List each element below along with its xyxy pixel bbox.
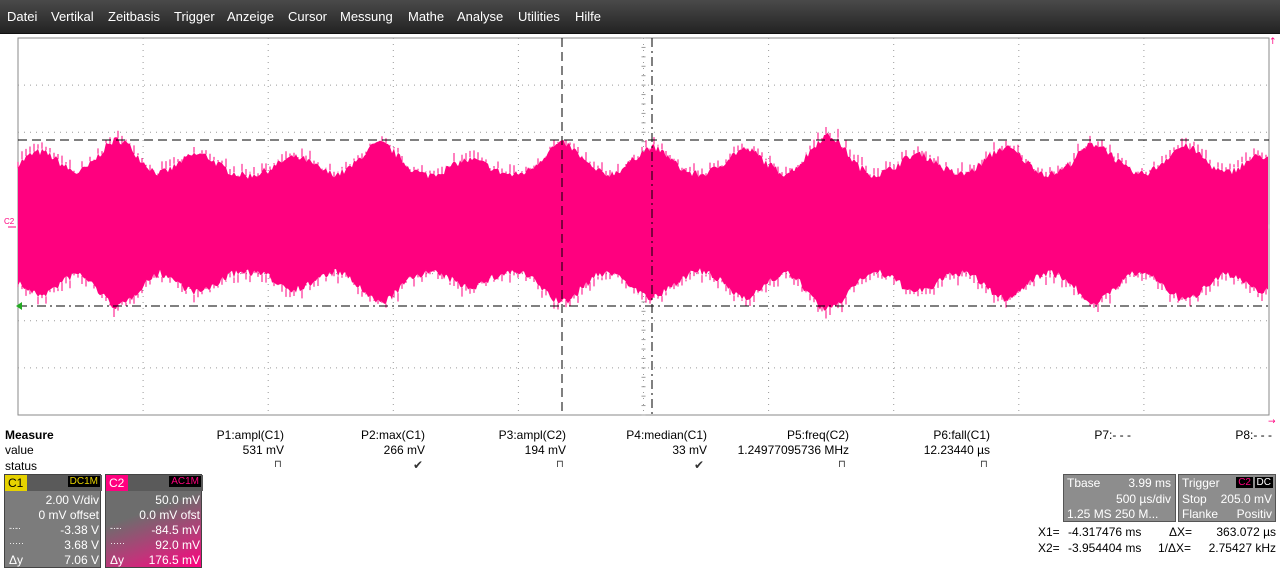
param-p2-value: 266 mV: [383, 443, 425, 457]
param-p5-name[interactable]: P5:freq(C2): [787, 428, 849, 442]
menu-item-trigger[interactable]: Trigger: [174, 9, 215, 24]
tbase-value: 3.99 ms: [1128, 476, 1171, 490]
trigger-mode: Stop: [1182, 492, 1207, 506]
c2-descriptor-box[interactable]: C2 AC1M 50.0 mV 0.0 mV ofst -·-· -84.5 mV…: [105, 474, 203, 568]
tbase-rate: 1.25 MS 250 M...: [1067, 507, 1159, 521]
menu-item-cursor[interactable]: Cursor: [288, 9, 327, 24]
param-p6-value: 12.23440 µs: [923, 443, 990, 457]
menu-item-mathe[interactable]: Mathe: [408, 9, 444, 24]
c2-trace: [18, 132, 1268, 311]
menu-item-analyse[interactable]: Analyse: [457, 9, 503, 24]
param-p6-status-icon: ⊓: [980, 459, 988, 470]
trigger-slope: Positiv: [1236, 507, 1272, 521]
param-p3-status-icon: ⊓: [556, 459, 564, 470]
param-p2-name[interactable]: P2:max(C1): [361, 428, 425, 442]
c1-coupling-badge: DC1M: [67, 476, 100, 487]
scroll-right-arrow[interactable]: →: [1268, 417, 1276, 424]
measure-row-value: value: [5, 443, 34, 457]
c2-vdiv: 50.0 mV: [155, 493, 200, 507]
trigger-type: Flanke: [1182, 507, 1219, 521]
cursor-x2-value: -3.954404 ms: [1068, 541, 1142, 555]
menu-item-anzeige[interactable]: Anzeige: [227, 9, 274, 24]
c1-vdiv: 2.00 V/div: [45, 493, 99, 507]
c2-cursor2-value: 92.0 mV: [155, 538, 200, 552]
c1-cursor2-value: 3.68 V: [64, 538, 99, 552]
menu-item-datei[interactable]: Datei: [7, 9, 37, 24]
param-p1-status-icon: ⊓: [274, 459, 282, 470]
param-p7-name[interactable]: P7:- - -: [1094, 428, 1131, 442]
c2-cursor2-icon: ·····: [110, 538, 125, 548]
tbase-div: 500 µs/div: [1116, 492, 1171, 506]
trigger-level: 205.0 mV: [1220, 492, 1272, 506]
c1-dy-value: 7.06 V: [64, 553, 99, 567]
trigger-label: Trigger: [1182, 476, 1220, 490]
trigger-channel-badge: C2: [1236, 477, 1253, 488]
param-p2-status-icon: ✔: [413, 458, 424, 472]
param-p5-status-icon: ⊓: [838, 459, 846, 470]
menu-bar: Datei Vertikal Zeitbasis Trigger Anzeige Curs…: [0, 0, 1280, 34]
c1-descriptor-box[interactable]: C1 DC1M 2.00 V/div 0 mV offset -·-· -3.38…: [4, 474, 102, 568]
param-p8-name[interactable]: P8:- - -: [1235, 428, 1272, 442]
c2-cursor1-icon: -·-·: [110, 523, 122, 533]
c2-dy-label: Δy: [110, 553, 125, 567]
waveform-display: C2 ↑ →: [4, 37, 1277, 424]
menu-item-utilities[interactable]: Utilities: [518, 9, 560, 24]
timebase-box[interactable]: Tbase 3.99 ms 500 µs/div 1.25 MS 250 M..…: [1063, 474, 1176, 522]
c2-marker-label: C2: [4, 217, 15, 226]
menu-item-hilfe[interactable]: Hilfe: [575, 9, 601, 24]
cursor-dx-label: ΔX=: [1169, 525, 1193, 539]
c2-offset: 0.0 mV ofst: [139, 508, 200, 522]
c1-offset: 0 mV offset: [38, 508, 99, 522]
cursor-inv-dx-value: 2.75427 kHz: [1208, 541, 1276, 555]
c2-dy-value: 176.5 mV: [148, 553, 200, 567]
c2-coupling-badge: AC1M: [169, 476, 201, 487]
c2-cursor1-value: -84.5 mV: [151, 523, 200, 537]
param-p6-name[interactable]: P6:fall(C1): [933, 428, 990, 442]
tbase-label: Tbase: [1067, 476, 1101, 490]
measure-panel: Measure value status P1:ampl(C1) 531 mV …: [0, 424, 1280, 474]
trigger-coupling-badge: DC: [1254, 477, 1273, 488]
c1-cursor2-icon: ·····: [9, 538, 24, 548]
cursor-x1-label: X1=: [1038, 525, 1060, 539]
trigger-box[interactable]: Trigger C2 DC Stop 205.0 mV Flanke Posit…: [1178, 474, 1276, 522]
param-p3-value: 194 mV: [524, 443, 566, 457]
c1-cursor1-icon: -·-·: [9, 523, 21, 533]
menu-item-zeitbasis[interactable]: Zeitbasis: [108, 9, 160, 24]
menu-item-messung[interactable]: Messung: [340, 9, 393, 24]
param-p1-name[interactable]: P1:ampl(C1): [217, 428, 284, 442]
c1-dy-label: Δy: [9, 553, 24, 567]
param-p1-value: 531 mV: [242, 443, 284, 457]
cursor-x2-label: X2=: [1038, 541, 1060, 555]
param-p5-value: 1.24977095736 MHz: [737, 443, 849, 457]
menu-item-vertikal[interactable]: Vertikal: [51, 9, 94, 24]
c1-label: C1: [8, 476, 24, 490]
scroll-up-arrow[interactable]: ↑: [1269, 37, 1277, 47]
param-p3-name[interactable]: P3:ampl(C2): [499, 428, 566, 442]
c2-label: C2: [109, 476, 125, 490]
c1-cursor1-value: -3.38 V: [60, 523, 99, 537]
param-p4-value: 33 mV: [672, 443, 707, 457]
cursor-dx-value: 363.072 µs: [1216, 525, 1276, 539]
param-p4-name[interactable]: P4:median(C1): [626, 428, 707, 442]
cursor-inv-dx-label: 1/ΔX=: [1158, 541, 1192, 555]
measure-row-status: status: [5, 459, 38, 473]
cursor-x1-value: -4.317476 ms: [1068, 525, 1142, 539]
measure-title: Measure: [5, 428, 54, 442]
param-p4-status-icon: ✔: [694, 458, 705, 472]
